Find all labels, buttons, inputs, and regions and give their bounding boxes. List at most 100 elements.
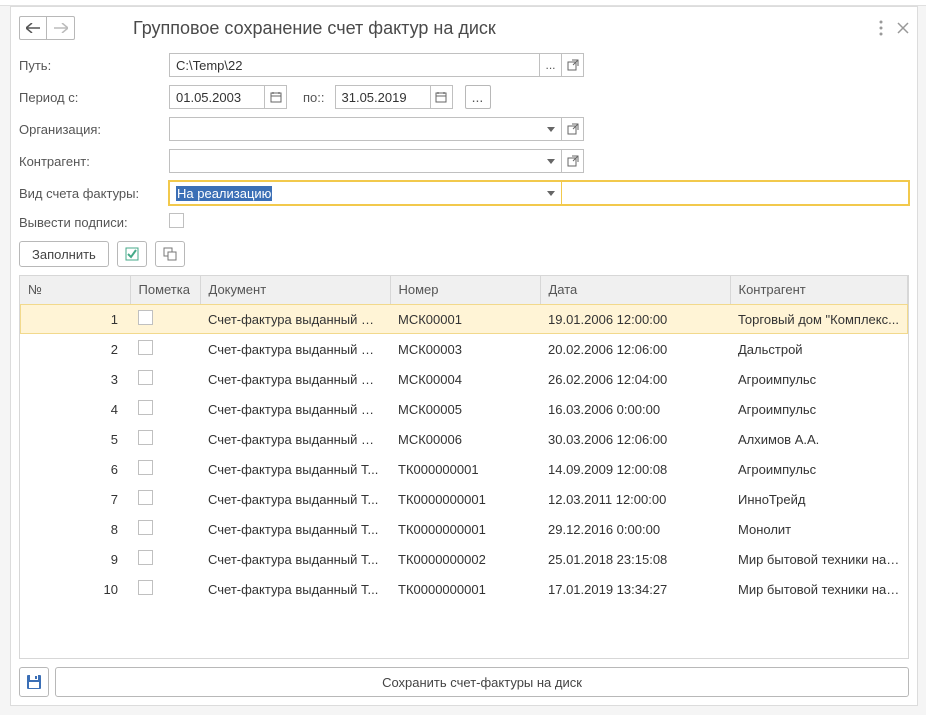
row-mark-checkbox[interactable] (138, 430, 153, 445)
table-header-row: № Пометка Документ Номер Дата Контрагент (20, 276, 908, 304)
cell-number: МСК00003 (390, 334, 540, 364)
row-mark-checkbox[interactable] (138, 520, 153, 535)
fill-button[interactable]: Заполнить (19, 241, 109, 267)
table-row[interactable]: 3Счет-фактура выданный М...МСК0000426.02… (20, 364, 908, 394)
period-to-calendar-button[interactable] (431, 85, 453, 109)
contractor-input[interactable] (169, 149, 540, 173)
cell-number: ТК0000000001 (390, 514, 540, 544)
close-icon[interactable] (897, 22, 909, 34)
contractor-open-button[interactable] (562, 149, 584, 173)
row-mark-checkbox[interactable] (138, 550, 153, 565)
invoice-table-header: № Пометка Документ Номер Дата Контрагент… (20, 276, 908, 604)
contractor-dropdown-button[interactable] (540, 149, 562, 173)
table-row[interactable]: 10Счет-фактура выданный Т...ТК0000000001… (20, 574, 908, 604)
path-open-button[interactable] (562, 53, 584, 77)
cell-contractor: ИнноТрейд (730, 484, 908, 514)
toggle-marks-button[interactable] (117, 241, 147, 267)
path-input[interactable] (169, 53, 540, 77)
cell-date: 30.03.2006 12:06:00 (540, 424, 730, 454)
cell-mark (130, 364, 200, 394)
show-signatures-checkbox[interactable] (169, 213, 184, 228)
table-row[interactable]: 6Счет-фактура выданный Т...ТК00000000114… (20, 454, 908, 484)
cell-contractor: Мир бытовой техники на ... (730, 574, 908, 604)
cell-num: 10 (20, 574, 130, 604)
invoice-type-label: Вид счета фактуры: (19, 186, 169, 201)
cell-mark (130, 454, 200, 484)
col-contractor[interactable]: Контрагент (730, 276, 908, 304)
invoice-type-dropdown-button[interactable] (540, 181, 562, 205)
row-mark-checkbox[interactable] (138, 580, 153, 595)
toolbar: Заполнить (19, 241, 909, 267)
cell-number: МСК00004 (390, 364, 540, 394)
table-row[interactable]: 8Счет-фактура выданный Т...ТК00000000012… (20, 514, 908, 544)
row-mark-checkbox[interactable] (138, 490, 153, 505)
cell-number: ТК0000000001 (390, 484, 540, 514)
window-tools (879, 20, 909, 36)
row-mark-checkbox[interactable] (138, 400, 153, 415)
row-mark-checkbox[interactable] (138, 370, 153, 385)
col-number[interactable]: Номер (390, 276, 540, 304)
check-square-icon (125, 247, 139, 261)
period-from-input[interactable] (169, 85, 265, 109)
copy-icon (163, 247, 177, 261)
row-mark-checkbox[interactable] (138, 310, 153, 325)
cell-num: 3 (20, 364, 130, 394)
organization-field-wrap (169, 117, 909, 141)
row-mark-checkbox[interactable] (138, 460, 153, 475)
title-bar: Групповое сохранение счет фактур на диск (19, 13, 909, 43)
table-row[interactable]: 7Счет-фактура выданный Т...ТК00000000011… (20, 484, 908, 514)
save-icon-button[interactable] (19, 667, 49, 697)
col-mark[interactable]: Пометка (130, 276, 200, 304)
table-row[interactable]: 2Счет-фактура выданный М...МСК0000320.02… (20, 334, 908, 364)
path-browse-button[interactable]: ... (540, 53, 562, 77)
organization-label: Организация: (19, 122, 169, 137)
cell-doc: Счет-фактура выданный Т... (200, 484, 390, 514)
cell-mark (130, 304, 200, 334)
cell-contractor: Дальстрой (730, 334, 908, 364)
col-num[interactable]: № (20, 276, 130, 304)
table-row[interactable]: 1Счет-фактура выданный М...МСК0000119.01… (20, 304, 908, 334)
period-select-button[interactable]: ... (465, 85, 491, 109)
cell-mark (130, 394, 200, 424)
cell-date: 12.03.2011 12:00:00 (540, 484, 730, 514)
cell-doc: Счет-фактура выданный Т... (200, 454, 390, 484)
col-date[interactable]: Дата (540, 276, 730, 304)
col-doc[interactable]: Документ (200, 276, 390, 304)
cell-num: 9 (20, 544, 130, 574)
contractor-label: Контрагент: (19, 154, 169, 169)
organization-dropdown-button[interactable] (540, 117, 562, 141)
organization-open-button[interactable] (562, 117, 584, 141)
invoice-type-input[interactable]: На реализацию (169, 181, 540, 205)
cell-doc: Счет-фактура выданный М... (200, 334, 390, 364)
organization-input[interactable] (169, 117, 540, 141)
cell-num: 1 (20, 304, 130, 334)
table-row[interactable]: 5Счет-фактура выданный М...МСК0000630.03… (20, 424, 908, 454)
more-menu-icon[interactable] (879, 20, 883, 36)
nav-forward-button[interactable] (47, 16, 75, 40)
cell-doc: Счет-фактура выданный М... (200, 364, 390, 394)
period-row: по:: ... (169, 85, 909, 109)
footer: Сохранить счет-фактуры на диск (19, 667, 909, 697)
copy-button[interactable] (155, 241, 185, 267)
cell-num: 4 (20, 394, 130, 424)
cell-number: ТК0000000002 (390, 544, 540, 574)
calendar-icon (270, 91, 282, 103)
open-external-icon (567, 59, 579, 71)
show-signatures-label: Вывести подписи: (19, 215, 169, 230)
table-row[interactable]: 9Счет-фактура выданный Т...ТК00000000022… (20, 544, 908, 574)
save-main-button[interactable]: Сохранить счет-фактуры на диск (55, 667, 909, 697)
table-row[interactable]: 4Счет-фактура выданный М...МСК0000516.03… (20, 394, 908, 424)
show-signatures-wrap (169, 213, 909, 231)
period-to-input[interactable] (335, 85, 431, 109)
period-from-calendar-button[interactable] (265, 85, 287, 109)
row-mark-checkbox[interactable] (138, 340, 153, 355)
cell-mark (130, 334, 200, 364)
cell-doc: Счет-фактура выданный М... (200, 394, 390, 424)
main-window: Групповое сохранение счет фактур на диск… (10, 6, 918, 706)
cell-number: ТК000000001 (390, 454, 540, 484)
nav-back-button[interactable] (19, 16, 47, 40)
cell-doc: Счет-фактура выданный Т... (200, 514, 390, 544)
cell-contractor: Агроимпульс (730, 364, 908, 394)
cell-date: 16.03.2006 0:00:00 (540, 394, 730, 424)
cell-doc: Счет-фактура выданный М... (200, 424, 390, 454)
